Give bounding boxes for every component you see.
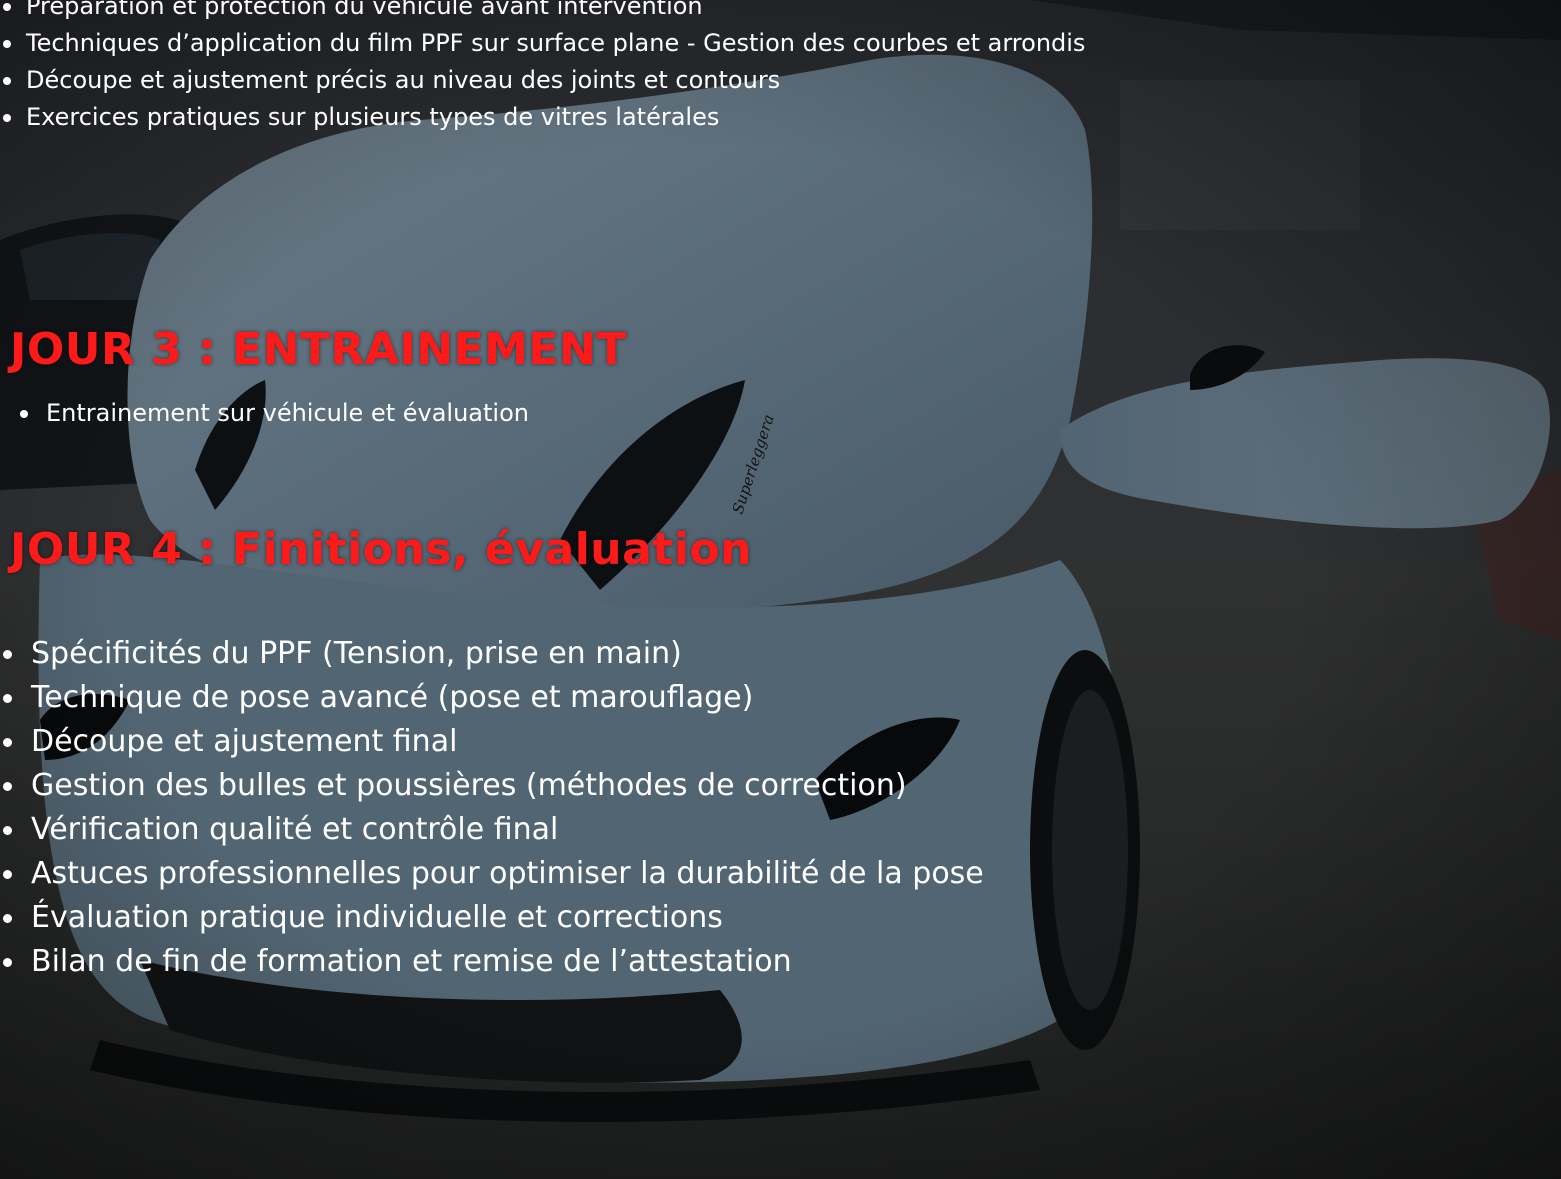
list-item: Vérification qualité et contrôle final xyxy=(0,808,984,852)
list-item: Astuces professionnelles pour optimiser … xyxy=(0,852,984,896)
list-item: Gestion des bulles et poussières (méthod… xyxy=(0,764,984,808)
list-item: Découpe et ajustement précis au niveau d… xyxy=(0,62,1085,99)
day2-topics-list: Préparation et protection du véhicule av… xyxy=(0,0,1085,136)
list-item: Découpe et ajustement final xyxy=(0,720,984,764)
list-item: Entrainement sur véhicule et évaluation xyxy=(0,395,529,432)
day4-topics-list: Spécificités du PPF (Tension, prise en m… xyxy=(0,632,984,984)
day3-heading: JOUR 3 : ENTRAINEMENT xyxy=(10,324,627,375)
list-item: Exercices pratiques sur plusieurs types … xyxy=(0,99,1085,136)
list-item: Techniques d’application du film PPF sur… xyxy=(0,25,1085,62)
list-item: Préparation et protection du véhicule av… xyxy=(0,0,1085,25)
list-item: Évaluation pratique individuelle et corr… xyxy=(0,896,984,940)
list-item: Bilan de fin de formation et remise de l… xyxy=(0,940,984,984)
list-item: Technique de pose avancé (pose et marouf… xyxy=(0,676,984,720)
day3-topics-list: Entrainement sur véhicule et évaluation xyxy=(0,395,529,432)
day4-heading: JOUR 4 : Finitions, évaluation xyxy=(10,524,752,575)
list-item: Spécificités du PPF (Tension, prise en m… xyxy=(0,632,984,676)
course-program: Préparation et protection du véhicule av… xyxy=(0,0,1561,1179)
